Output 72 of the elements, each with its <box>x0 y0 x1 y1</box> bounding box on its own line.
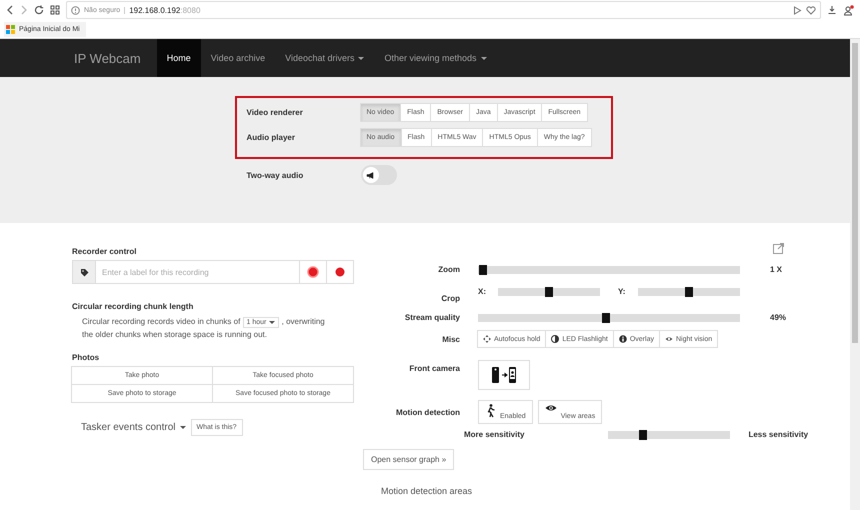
record-icon <box>335 267 345 277</box>
caret-icon <box>480 56 487 60</box>
description-text: Circular recording records video in chunks of <box>82 317 240 326</box>
scrollbar-thumb[interactable] <box>852 43 858 343</box>
slider-track[interactable] <box>498 288 600 296</box>
section-title: Circular recording chunk length <box>72 302 194 311</box>
slider-thumb[interactable] <box>638 430 647 440</box>
info-icon <box>71 6 80 14</box>
nav-tab[interactable]: Videochat drivers <box>275 39 374 77</box>
value-label: 1 X <box>770 265 782 274</box>
axis-label: Y: <box>618 287 626 296</box>
description-text: the older chunks when storage space is running out. <box>82 329 268 341</box>
control-label: Zoom <box>437 265 460 274</box>
control-label: Misc <box>441 334 460 344</box>
url-text: 192.168.0.192:8080 <box>129 6 200 14</box>
nav-tab[interactable]: Other viewing methods <box>374 39 497 77</box>
caret-icon <box>269 321 276 324</box>
control-label: Crop <box>440 294 460 303</box>
section-title: Photos <box>72 353 100 362</box>
scrollbar[interactable] <box>850 39 860 510</box>
heart-icon[interactable] <box>806 6 816 14</box>
windows-logo-icon <box>6 24 15 34</box>
nav-tab[interactable]: Home <box>156 39 201 77</box>
sensitivity-label: More sensitivity <box>464 430 524 439</box>
section-title: Recorder control <box>72 247 138 256</box>
caret-icon <box>358 56 364 60</box>
description-text: , overwriting <box>282 317 325 326</box>
toggle-switch[interactable] <box>360 165 396 185</box>
running-person-icon <box>485 404 496 418</box>
tasker-dropdown[interactable]: Tasker events control <box>81 422 186 433</box>
caret-icon <box>180 426 186 429</box>
slider-track[interactable] <box>638 288 740 296</box>
slider-track[interactable] <box>608 430 730 438</box>
nav-tab[interactable]: Video archive <box>200 39 276 77</box>
slider-thumb[interactable] <box>602 312 610 322</box>
slider-track[interactable] <box>478 266 740 274</box>
grid-icon[interactable] <box>50 5 60 15</box>
eye-icon <box>544 404 557 412</box>
row-label: Audio player <box>246 133 296 142</box>
camera-switch-button[interactable] <box>478 360 530 390</box>
tag-icon <box>80 268 88 276</box>
value-label: 49% <box>770 313 786 322</box>
record-icon <box>307 266 319 278</box>
play-icon[interactable] <box>793 6 802 14</box>
back-icon[interactable] <box>6 5 14 15</box>
phone-switch-icon <box>491 366 517 384</box>
slider-thumb[interactable] <box>685 286 693 296</box>
slider-thumb[interactable] <box>545 286 553 296</box>
arrows-icon <box>483 335 491 343</box>
record-button[interactable] <box>300 260 327 284</box>
record-button[interactable] <box>327 260 354 284</box>
half-circle-icon <box>551 335 560 343</box>
info-icon <box>618 335 627 343</box>
sensor-graph-button[interactable]: Open sensor graph » <box>363 449 454 470</box>
control-label: Front camera <box>408 364 460 373</box>
download-icon[interactable] <box>827 5 837 15</box>
slider-thumb[interactable] <box>479 264 488 274</box>
brand-link[interactable]: IP Webcam <box>74 39 141 77</box>
external-link-icon[interactable] <box>773 243 784 254</box>
axis-label: X: <box>478 287 487 296</box>
row-label: Video renderer <box>246 108 304 117</box>
label-input[interactable]: Enter a label for this recording <box>96 260 300 284</box>
control-label: Motion detection <box>395 408 460 416</box>
eye-icon <box>664 335 673 343</box>
sensitivity-label: Less sensitivity <box>748 430 808 439</box>
control-label: Stream quality <box>404 313 460 322</box>
row-label: Two-way audio <box>246 170 304 180</box>
megaphone-icon <box>366 172 375 178</box>
reload-icon[interactable] <box>34 5 44 15</box>
section-heading: Motion detection areas <box>381 486 474 496</box>
profile-icon[interactable] <box>843 4 854 16</box>
slider-track[interactable] <box>478 314 740 322</box>
